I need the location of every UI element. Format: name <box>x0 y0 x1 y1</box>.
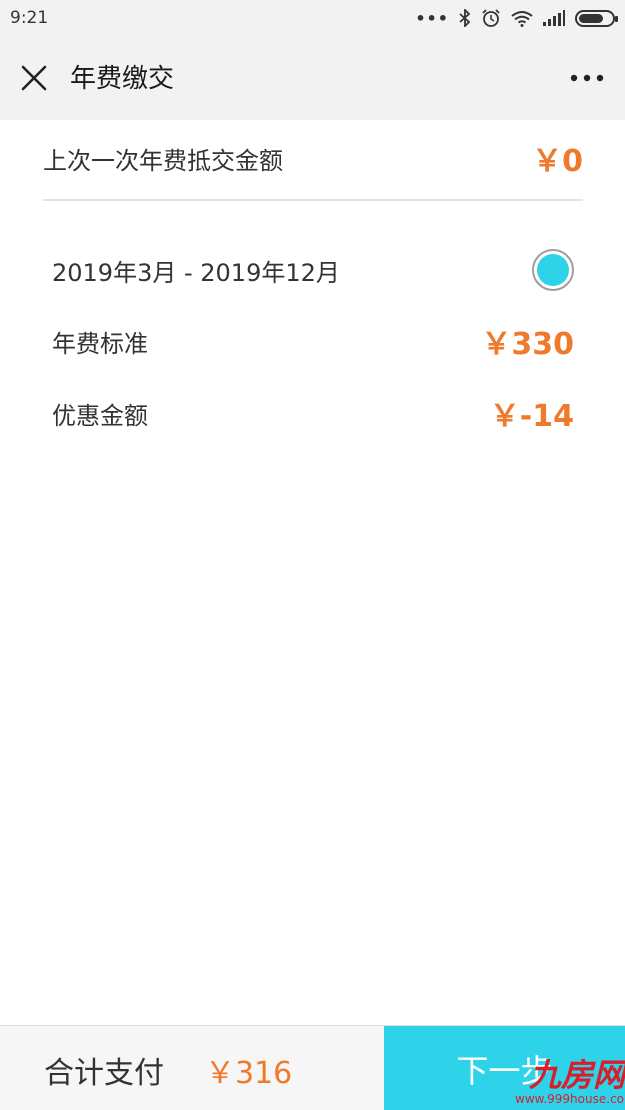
battery-icon <box>575 9 618 27</box>
total-label: 合计支付 <box>44 1056 164 1091</box>
last-payment-label: 上次一次年费抵交金额 <box>43 146 283 175</box>
more-icon[interactable] <box>567 62 607 94</box>
fee-standard-value: ￥330 <box>481 327 574 362</box>
next-step-button[interactable]: 下一步 <box>384 1026 625 1110</box>
status-time: 9:21 <box>10 8 49 28</box>
bluetooth-icon <box>459 9 471 27</box>
wifi-icon <box>511 10 533 27</box>
bottom-bar: 合计支付 ￥316 下一步 <box>0 1025 625 1110</box>
page-title: 年费缴交 <box>70 64 175 94</box>
divider <box>43 199 583 201</box>
discount-value: ￥-14 <box>489 399 574 434</box>
last-payment-value: ￥0 <box>532 144 583 179</box>
period-row[interactable]: 2019年3月 - 2019年12月 <box>52 247 574 293</box>
more-dots-icon: ••• <box>415 8 449 28</box>
status-bar: 9:21 ••• <box>0 0 625 36</box>
close-icon[interactable] <box>18 62 50 94</box>
title-bar: 年费缴交 <box>0 36 625 120</box>
signal-icon <box>543 10 565 26</box>
period-label: 2019年3月 - 2019年12月 <box>52 258 340 287</box>
discount-row: 优惠金额 ￥-14 <box>52 392 574 434</box>
radio-selected-dot <box>537 254 569 286</box>
status-icons: ••• <box>415 8 618 28</box>
fee-standard-row: 年费标准 ￥330 <box>52 320 574 362</box>
last-payment-row: 上次一次年费抵交金额 ￥0 <box>43 138 583 179</box>
fee-standard-label: 年费标准 <box>52 329 148 358</box>
alarm-icon <box>481 8 501 28</box>
total-value: ￥316 <box>205 1056 293 1091</box>
period-radio[interactable] <box>532 249 574 291</box>
discount-label: 优惠金额 <box>52 401 148 430</box>
